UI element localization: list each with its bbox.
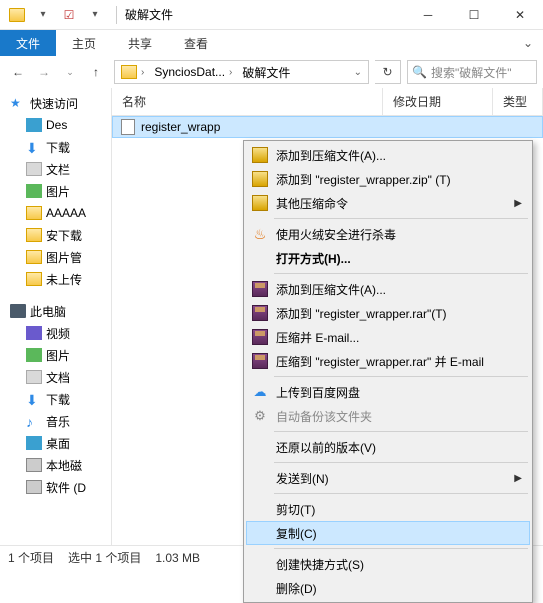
col-type[interactable]: 类型 bbox=[493, 88, 543, 115]
refresh-button[interactable]: ↻ bbox=[375, 60, 401, 84]
nav-up-button[interactable]: ↑ bbox=[84, 60, 108, 84]
gear-icon: ⚙ bbox=[252, 408, 268, 424]
sidebar-item[interactable]: ♪音乐 bbox=[0, 410, 111, 432]
qat-overflow-icon[interactable]: ▾ bbox=[84, 4, 106, 26]
ctx-other-zip[interactable]: 其他压缩命令▶ bbox=[246, 191, 530, 215]
sidebar-item[interactable]: 安下载 bbox=[0, 224, 111, 246]
sidebar-item[interactable]: 文栏 bbox=[0, 158, 111, 180]
breadcrumb-seg[interactable]: 破解文件 bbox=[242, 64, 290, 81]
ctx-add-rar[interactable]: 添加到压缩文件(A)... bbox=[246, 277, 530, 301]
fire-icon: ♨ bbox=[252, 226, 268, 242]
nav-back-button[interactable]: ← bbox=[6, 60, 30, 84]
search-icon: 🔍 bbox=[412, 65, 427, 79]
sidebar-item[interactable]: 图片管 bbox=[0, 246, 111, 268]
context-menu: 添加到压缩文件(A)... 添加到 "register_wrapper.zip"… bbox=[243, 140, 533, 603]
ctx-restore-prev[interactable]: 还原以前的版本(V) bbox=[246, 435, 530, 459]
ctx-open-with[interactable]: 打开方式(H)... bbox=[246, 246, 530, 270]
sidebar-item[interactable]: 视频 bbox=[0, 322, 111, 344]
ctx-copy[interactable]: 复制(C) bbox=[246, 521, 530, 545]
sidebar-item[interactable]: 软件 (D bbox=[0, 476, 111, 498]
sidebar-item[interactable]: 图片 bbox=[0, 344, 111, 366]
address-bar[interactable]: › SynciosDat...› 破解文件 ⌄ bbox=[114, 60, 369, 84]
sidebar-item[interactable]: 文档 bbox=[0, 366, 111, 388]
col-name[interactable]: 名称 bbox=[112, 88, 383, 115]
breadcrumb-seg[interactable]: SynciosDat... bbox=[154, 65, 225, 79]
zip-icon bbox=[252, 195, 268, 211]
qat-dropdown-icon[interactable]: ▾ bbox=[32, 4, 54, 26]
tab-file[interactable]: 文件 bbox=[0, 30, 56, 56]
zip-icon bbox=[252, 147, 268, 163]
ctx-add-rar-named[interactable]: 添加到 "register_wrapper.rar"(T) bbox=[246, 301, 530, 325]
qat-properties-icon[interactable]: ☑ bbox=[58, 4, 80, 26]
ctx-auto-backup: ⚙自动备份该文件夹 bbox=[246, 404, 530, 428]
search-placeholder: 搜索"破解文件" bbox=[431, 64, 512, 81]
folder-app-icon bbox=[6, 4, 28, 26]
rar-icon bbox=[252, 329, 268, 345]
sidebar-quick-access[interactable]: ★快速访问 bbox=[0, 92, 111, 114]
chevron-right-icon: ▶ bbox=[514, 473, 522, 484]
zip-icon bbox=[252, 171, 268, 187]
sidebar-item[interactable]: 桌面 bbox=[0, 432, 111, 454]
file-icon bbox=[121, 119, 135, 135]
ctx-create-shortcut[interactable]: 创建快捷方式(S) bbox=[246, 552, 530, 576]
sidebar-item[interactable]: 本地磁 bbox=[0, 454, 111, 476]
sidebar-item[interactable]: Des bbox=[0, 114, 111, 136]
rar-icon bbox=[252, 353, 268, 369]
ctx-antivirus[interactable]: ♨使用火绒安全进行杀毒 bbox=[246, 222, 530, 246]
ctx-delete[interactable]: 删除(D) bbox=[246, 576, 530, 600]
search-input[interactable]: 🔍 搜索"破解文件" bbox=[407, 60, 537, 84]
window-title: 破解文件 bbox=[121, 6, 173, 23]
rar-icon bbox=[252, 305, 268, 321]
status-count: 1 个项目 bbox=[8, 549, 54, 566]
sidebar-this-pc[interactable]: 此电脑 bbox=[0, 300, 111, 322]
ctx-add-zip[interactable]: 添加到 "register_wrapper.zip" (T) bbox=[246, 167, 530, 191]
file-name: register_wrapp bbox=[141, 120, 220, 134]
tab-share[interactable]: 共享 bbox=[112, 30, 168, 56]
file-row-selected[interactable]: register_wrapp bbox=[112, 116, 543, 138]
status-size: 1.03 MB bbox=[155, 551, 200, 565]
chevron-right-icon: ▶ bbox=[514, 198, 522, 209]
ctx-compress-email[interactable]: 压缩并 E-mail... bbox=[246, 325, 530, 349]
column-headers[interactable]: 名称 修改日期 类型 bbox=[112, 88, 543, 116]
tab-view[interactable]: 查看 bbox=[168, 30, 224, 56]
ctx-compress-rar-email[interactable]: 压缩到 "register_wrapper.rar" 并 E-mail bbox=[246, 349, 530, 373]
nav-sidebar: ★快速访问 Des ⬇下载 文栏 图片 AAAAA 安下载 图片管 未上传 此电… bbox=[0, 88, 112, 545]
tab-home[interactable]: 主页 bbox=[56, 30, 112, 56]
rar-icon bbox=[252, 281, 268, 297]
sidebar-item[interactable]: ⬇下载 bbox=[0, 136, 111, 158]
sidebar-item[interactable]: ⬇下载 bbox=[0, 388, 111, 410]
nav-recent-button[interactable]: ⌄ bbox=[58, 60, 82, 84]
cloud-icon: ☁ bbox=[252, 384, 268, 400]
ctx-send-to[interactable]: 发送到(N)▶ bbox=[246, 466, 530, 490]
nav-forward-button[interactable]: → bbox=[32, 60, 56, 84]
close-button[interactable]: ✕ bbox=[497, 0, 543, 30]
status-selected: 选中 1 个项目 bbox=[68, 549, 141, 566]
col-date[interactable]: 修改日期 bbox=[383, 88, 493, 115]
ctx-add-archive[interactable]: 添加到压缩文件(A)... bbox=[246, 143, 530, 167]
sidebar-item[interactable]: AAAAA bbox=[0, 202, 111, 224]
minimize-button[interactable]: ─ bbox=[405, 0, 451, 30]
ctx-upload-baidu[interactable]: ☁上传到百度网盘 bbox=[246, 380, 530, 404]
sidebar-item[interactable]: 未上传 bbox=[0, 268, 111, 290]
ribbon-expand-icon[interactable]: ⌄ bbox=[513, 30, 543, 56]
sidebar-item[interactable]: 图片 bbox=[0, 180, 111, 202]
ctx-cut[interactable]: 剪切(T) bbox=[246, 497, 530, 521]
maximize-button[interactable]: ☐ bbox=[451, 0, 497, 30]
